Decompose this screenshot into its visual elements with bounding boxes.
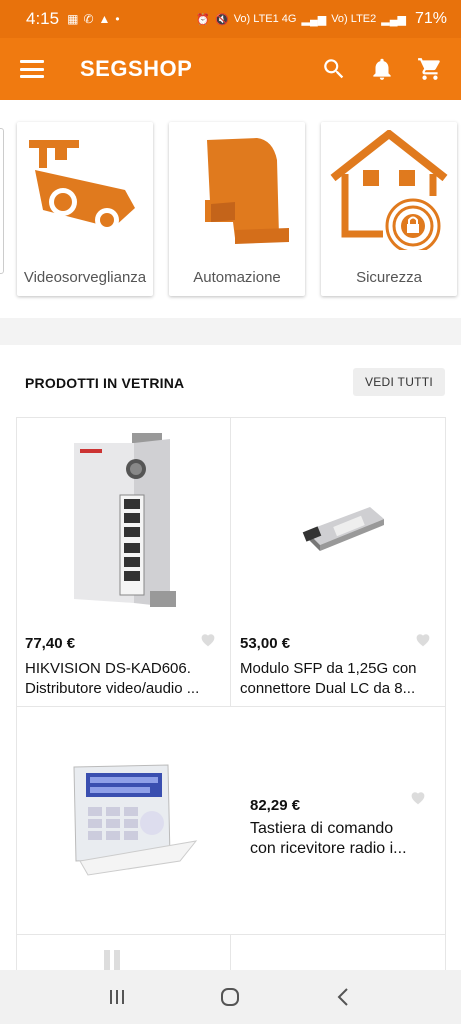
category-card-sicurezza[interactable]: Sicurezza [321,122,457,296]
notifications-bell-icon[interactable] [369,56,395,82]
status-time: 4:15 [26,9,60,28]
status-left-icons: ▦ ✆ ▲ • [67,12,120,26]
category-label: Automazione [193,269,281,286]
see-all-button[interactable]: VEDI TUTTI [353,368,445,396]
product-name: Tastiera di comando con ricevitore radio… [250,819,438,859]
phone-icon: ✆ [83,12,94,26]
product-name-line: con ricevitore radio i... [250,840,407,857]
product-name: Modulo SFP da 1,25G con connettore Dual … [240,659,438,699]
section-header: PRODOTTI IN VETRINA VEDI TUTTI [0,345,461,415]
cctv-camera-icon [25,130,145,250]
product-name-line: HIKVISION DS-KAD606. [25,660,191,677]
category-label: Sicurezza [356,269,422,286]
category-card-peek[interactable] [0,128,4,274]
cart-icon[interactable] [417,56,443,82]
signal-label-2: Vo) LTE2 [331,13,377,25]
mute-icon: 🔇 [215,13,229,26]
signal-icon: ▂▄▆ [301,13,327,26]
product-name-line: Tastiera di comando [250,820,394,837]
status-bar: 4:15 ▦ ✆ ▲ • ⏰ 🔇 Vo) LTE1 4G ▂▄▆ Vo) LTE… [0,0,461,38]
favorite-heart-icon[interactable] [410,791,426,805]
status-right-icons: ⏰ 🔇 Vo) LTE1 4G ▂▄▆ Vo) LTE2 ▂▄▆ 71% [196,10,447,28]
grid-divider [230,417,231,706]
video-distributor-image [70,431,176,617]
alert-icon: ▲ [98,12,111,26]
system-navigation-bar [0,970,461,1024]
battery-percent: 71% [414,10,447,27]
signal-label-1: Vo) LTE1 4G [233,13,297,25]
keypad-image [30,761,200,879]
sfp-module-image [300,501,388,555]
recent-apps-icon[interactable] [106,986,128,1008]
search-icon[interactable] [321,56,347,82]
category-label: Videosorveglianza [23,269,147,286]
house-lock-icon [329,128,449,254]
product-price: 77,40 € [25,635,76,652]
notification-icon: ▦ [67,12,79,26]
menu-icon[interactable] [20,60,44,78]
grid-divider [16,417,446,418]
app-bar: SEGSHOP [0,38,461,100]
home-icon[interactable] [219,986,241,1008]
grid-divider [16,934,446,935]
product-price: 82,29 € [250,797,301,814]
product-price: 53,00 € [240,635,291,652]
favorite-heart-icon[interactable] [415,633,431,647]
app-bar-actions [321,56,443,82]
signal-icon-2: ▂▄▆ [381,13,406,26]
featured-products-section: PRODOTTI IN VETRINA VEDI TUTTI 77,40 € H… [0,345,461,970]
grid-divider [16,417,17,970]
category-carousel[interactable]: Videosorveglianza Automazione Sicurezza [0,100,461,318]
alarm-icon: ⏰ [196,13,210,26]
category-card-automazione[interactable]: Automazione [169,122,305,296]
product-name: HIKVISION DS-KAD606. Distributore video/… [25,659,223,699]
favorite-heart-icon[interactable] [200,633,216,647]
grid-divider [16,706,446,707]
product-image-peek [100,948,124,970]
section-title: PRODOTTI IN VETRINA [25,375,185,391]
app-title: SEGSHOP [80,56,193,81]
grid-divider [230,934,231,970]
product-name-line: Modulo SFP da 1,25G con [240,660,417,677]
category-card-videosorveglianza[interactable]: Videosorveglianza [17,122,153,296]
product-name-line: Distributore video/audio ... [25,680,200,697]
grid-divider [445,417,446,970]
gate-automation-icon [177,130,297,250]
product-name-line: connettore Dual LC da 8... [240,680,416,697]
back-icon[interactable] [333,986,355,1008]
dot-icon: • [115,12,120,26]
